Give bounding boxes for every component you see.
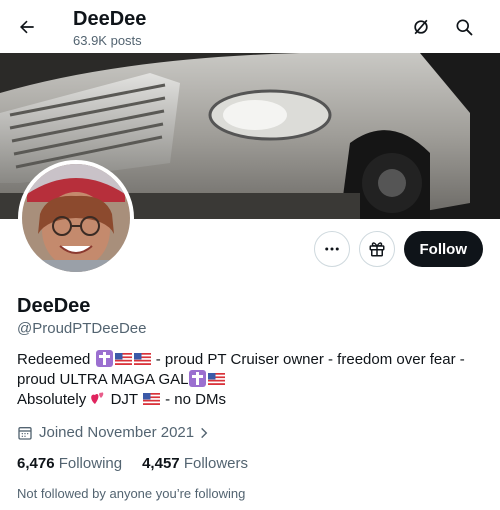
- user-handle: @ProudPTDeeDee: [17, 320, 147, 337]
- latin-cross-icon: [189, 370, 207, 387]
- follow-button[interactable]: Follow: [403, 231, 483, 267]
- joined-date-link[interactable]: Joined November 2021: [17, 424, 211, 441]
- arrow-left-icon: [20, 20, 34, 34]
- us-flag-icon: [142, 393, 160, 405]
- back-button[interactable]: [10, 10, 44, 44]
- mutual-followers-note: Not followed by anyone you’re following: [17, 486, 246, 501]
- joined-date: Joined November 2021: [39, 424, 195, 441]
- two-hearts-icon: [91, 392, 104, 404]
- following-label: Following: [58, 455, 123, 472]
- header-title-block: DeeDee 63.9K posts: [73, 8, 146, 48]
- grok-button[interactable]: [404, 10, 438, 44]
- header-name: DeeDee: [73, 8, 147, 30]
- follow-stats: 6,476 Following 4,457 Followers: [17, 455, 248, 472]
- bio-text: - proud PT Cruiser owner - freedom over …: [155, 351, 465, 368]
- bio-line-2: proud ULTRA MAGA GAL: [17, 370, 487, 390]
- slashed-circle-icon: [414, 19, 428, 35]
- profile-avatar[interactable]: [18, 160, 134, 276]
- profile-bio: Redeemed - proud PT Cruiser owner - free…: [17, 350, 487, 410]
- profile-action-buttons: Follow: [313, 231, 483, 267]
- bio-text: - no DMs: [165, 391, 226, 408]
- chevron-right-icon: [201, 427, 208, 438]
- latin-cross-icon: [95, 350, 113, 367]
- bio-line-1: Redeemed - proud PT Cruiser owner - free…: [17, 350, 487, 370]
- gift-icon: [369, 242, 384, 257]
- us-flag-icon: [208, 373, 226, 385]
- header-post-count: 63.9K posts: [73, 33, 142, 48]
- followers-link[interactable]: 4,457 Followers: [142, 455, 248, 472]
- followers-label: Followers: [183, 455, 248, 472]
- following-count: 6,476: [17, 455, 55, 472]
- following-link[interactable]: 6,476 Following: [17, 455, 122, 472]
- display-name: DeeDee: [17, 295, 91, 317]
- avatar-portrait-illustration: [22, 164, 130, 272]
- search-button[interactable]: [447, 10, 481, 44]
- bio-text: proud ULTRA MAGA GAL: [17, 371, 189, 388]
- bio-text: Absolutely: [17, 391, 87, 408]
- bio-text: DJT: [110, 391, 138, 408]
- followers-count: 4,457: [142, 455, 180, 472]
- bio-line-3: Absolutely DJT - no DMs: [17, 390, 487, 410]
- bio-text: Redeemed: [17, 351, 91, 368]
- calendar-icon: [18, 426, 32, 440]
- profile-header-bar: DeeDee 63.9K posts: [0, 0, 500, 53]
- search-icon: [456, 19, 473, 36]
- us-flag-icon: [114, 353, 132, 365]
- more-button[interactable]: [313, 231, 350, 267]
- more-dots-icon: [324, 247, 339, 251]
- us-flag-icon: [133, 353, 151, 365]
- gift-button[interactable]: [358, 231, 395, 267]
